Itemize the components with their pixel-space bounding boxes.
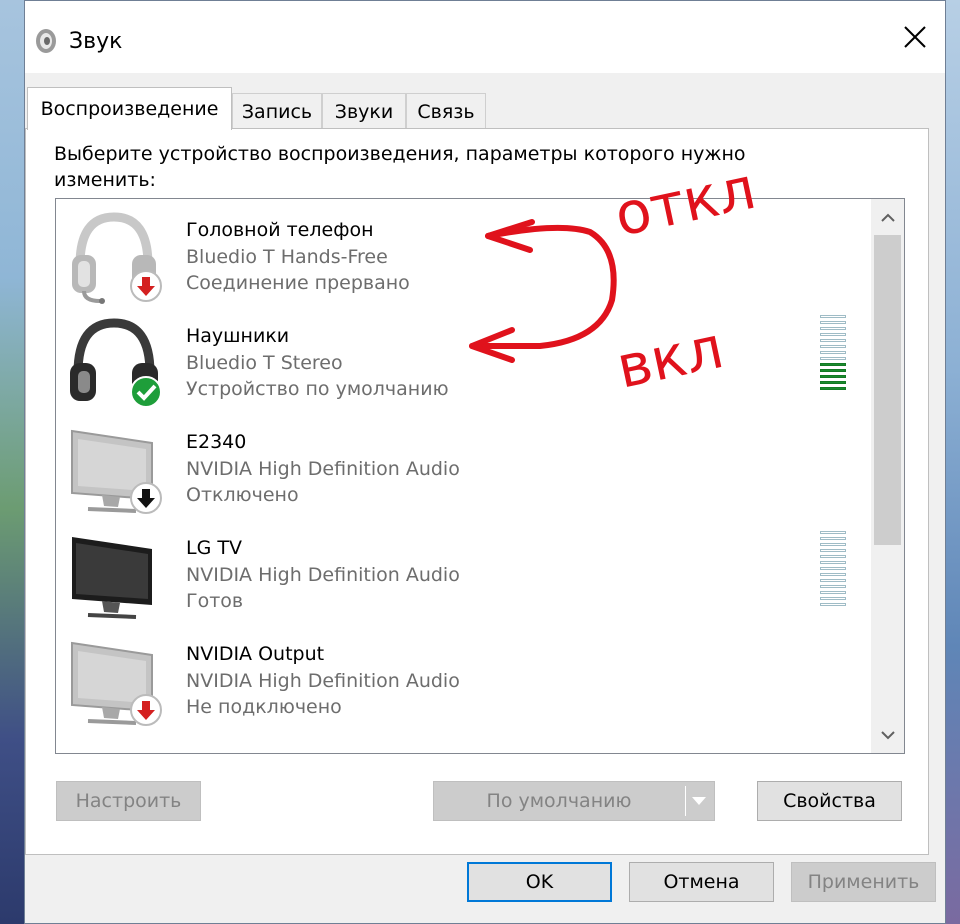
close-icon [904,26,926,48]
tab-playback[interactable]: Воспроизведение [27,87,232,130]
level-segment [820,567,846,570]
tab-sounds[interactable]: Звуки [322,93,406,129]
device-list-scrollbar[interactable] [871,199,904,753]
dropdown-divider [685,786,686,816]
level-segment [820,561,846,564]
device-name: NVIDIA Output [186,643,325,665]
level-segment [820,543,846,546]
sound-dialog: Звук Воспроизведение Запись Звуки Связь … [24,0,946,924]
level-segment [820,537,846,540]
window-title: Звук [69,29,123,54]
tab-communications[interactable]: Связь [406,93,486,129]
apply-button[interactable]: Применить [791,862,936,902]
level-segment [820,549,846,552]
chevron-down-icon [880,730,895,739]
level-segment [820,597,846,600]
desktop-background-left [0,0,24,924]
level-segment [820,357,846,360]
level-segment [820,327,846,330]
set-default-label: По умолчанию [486,790,632,812]
level-segment [820,333,846,336]
level-segment [820,531,846,534]
level-segment [820,375,846,378]
device-list[interactable]: Головной телефон Bluedio T Hands-Free Со… [55,198,905,754]
list-item-lg-tv[interactable]: LG TV NVIDIA High Definition Audio Готов [56,523,868,629]
device-driver: NVIDIA High Definition Audio [186,564,460,586]
device-driver: NVIDIA High Definition Audio [186,670,460,692]
properties-button[interactable]: Свойства [757,781,902,821]
level-segment [820,345,846,348]
device-name: LG TV [186,537,242,559]
speaker-icon [36,29,56,53]
level-segment [820,387,846,390]
level-segment [820,591,846,594]
level-segment [820,555,846,558]
tv-icon [72,537,152,619]
cancel-button[interactable]: Отмена [629,862,774,902]
device-status: Соединение прервано [186,272,410,294]
tab-strip: Воспроизведение Запись Звуки Связь [25,87,945,130]
device-driver: Bluedio T Stereo [186,352,343,374]
list-item-headphones[interactable]: Наушники Bluedio T Stereo Устройство по … [56,311,868,417]
device-driver: NVIDIA High Definition Audio [186,458,460,480]
dropdown-arrow-icon[interactable] [692,797,706,805]
level-segment [820,573,846,576]
device-name: Головной телефон [186,219,374,241]
disconnected-badge-icon [130,270,162,302]
level-segment [820,369,846,372]
device-name: E2340 [186,431,247,453]
device-driver: Bluedio T Hands-Free [186,246,388,268]
ok-button[interactable]: OK [467,862,612,902]
device-status: Отключено [186,484,299,506]
device-status: Не подключено [186,696,342,718]
level-segment [820,351,846,354]
instruction-text: Выберите устройство воспроизведения, пар… [54,143,746,191]
device-name: Наушники [186,325,290,347]
desktop-background-right [946,0,960,924]
device-status: Устройство по умолчанию [186,378,449,400]
level-segment [820,315,846,318]
default-device-check-icon [130,376,162,408]
close-button[interactable] [885,1,945,73]
level-segment [820,321,846,324]
list-item-e2340[interactable]: E2340 NVIDIA High Definition Audio Отклю… [56,417,868,523]
not-connected-badge-icon [130,694,162,726]
level-segment [820,579,846,582]
level-segment [820,339,846,342]
chevron-up-icon [880,213,895,222]
volume-level-meter [820,315,846,393]
set-default-dropdown-button[interactable]: По умолчанию [433,781,715,821]
level-segment [820,585,846,588]
level-segment [820,603,846,606]
scroll-up-button[interactable] [871,199,904,235]
list-item-headset[interactable]: Головной телефон Bluedio T Hands-Free Со… [56,205,868,311]
list-item-nvidia-output[interactable]: NVIDIA Output NVIDIA High Definition Aud… [56,629,868,735]
device-status: Готов [186,590,244,612]
tab-recording[interactable]: Запись [232,93,322,129]
scroll-down-button[interactable] [871,717,904,753]
level-segment [820,381,846,384]
title-bar[interactable]: Звук [25,1,945,73]
configure-button[interactable]: Настроить [56,781,201,821]
volume-level-meter [820,531,846,609]
scroll-thumb[interactable] [874,235,901,545]
level-segment [820,363,846,366]
disabled-badge-icon [130,482,162,514]
